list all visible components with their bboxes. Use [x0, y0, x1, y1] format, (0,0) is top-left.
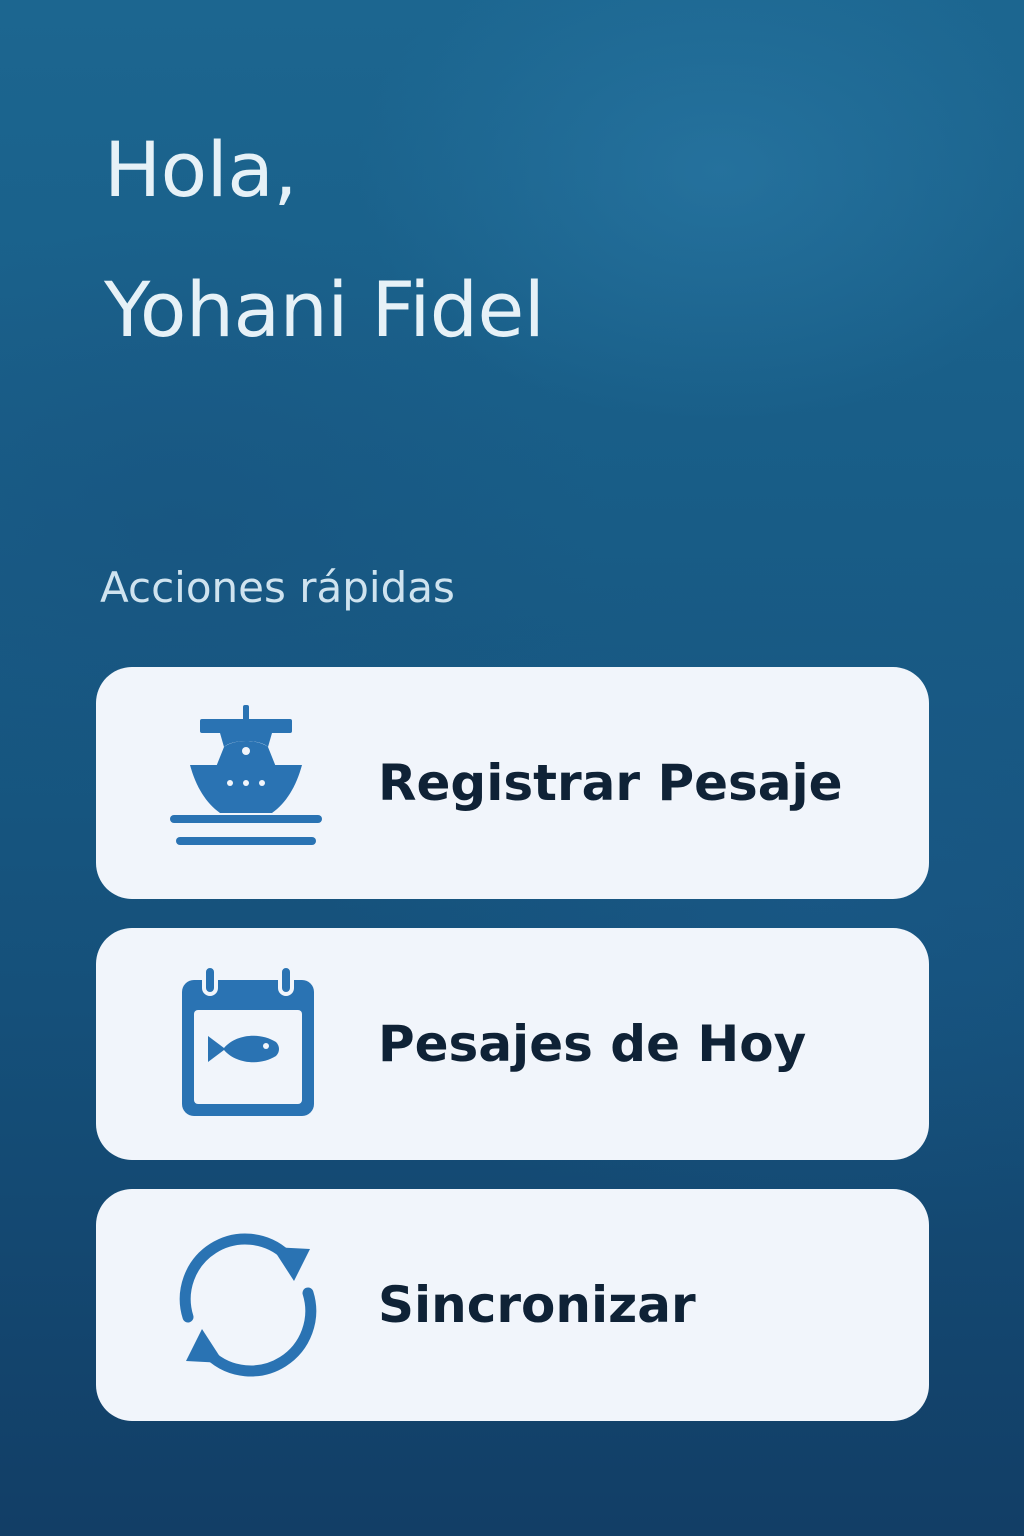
sync-label: Sincronizar — [378, 1276, 696, 1334]
sync-button[interactable]: Sincronizar — [96, 1189, 929, 1421]
todays-weighings-button[interactable]: Pesajes de Hoy — [96, 928, 929, 1160]
todays-weighings-label: Pesajes de Hoy — [378, 1015, 807, 1073]
greeting-line-1: Hola, — [104, 125, 298, 214]
quick-actions-list: Registrar Pesaje Pesajes de Hoy Sincroni… — [96, 667, 929, 1421]
greeting-heading: Hola, Yohani Fidel — [104, 100, 545, 380]
calendar-fish-icon — [168, 964, 328, 1124]
boat-icon — [168, 703, 328, 863]
greeting-user-name: Yohani Fidel — [104, 265, 545, 354]
quick-actions-title: Acciones rápidas — [100, 563, 455, 612]
register-weighing-button[interactable]: Registrar Pesaje — [96, 667, 929, 899]
sync-icon — [168, 1225, 328, 1385]
register-weighing-label: Registrar Pesaje — [378, 754, 843, 812]
